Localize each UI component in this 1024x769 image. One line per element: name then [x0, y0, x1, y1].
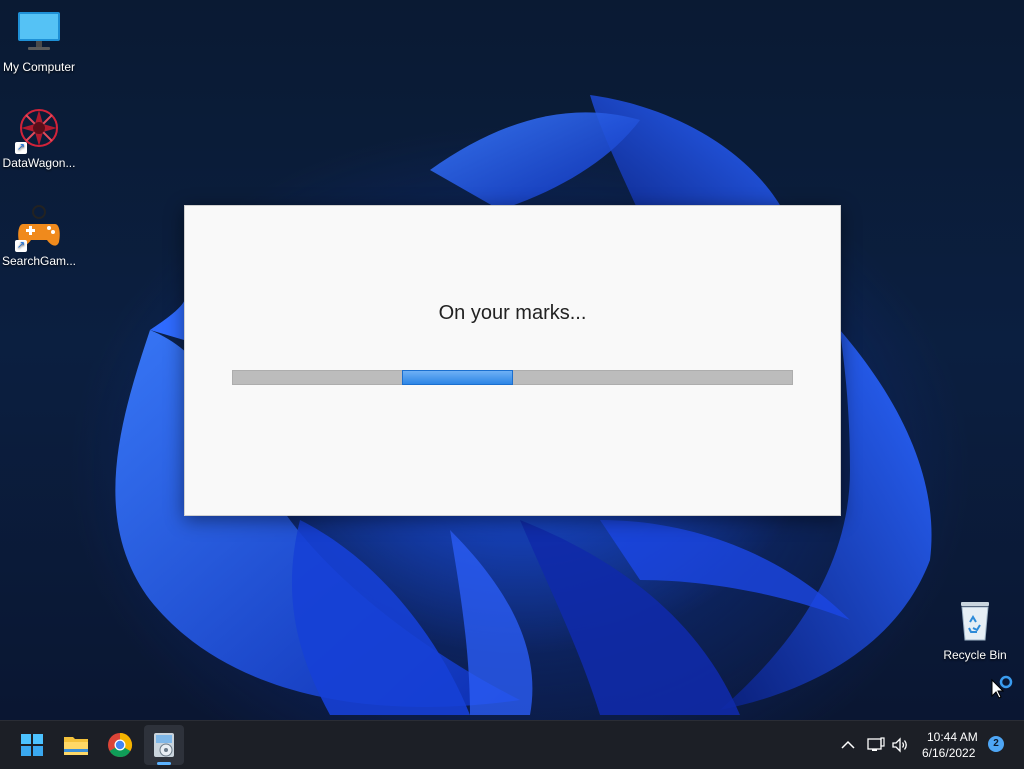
shortcut-arrow-icon: ↗ — [15, 240, 27, 252]
network-icon[interactable] — [866, 735, 886, 755]
desktop-icon-my-computer[interactable]: My Computer — [1, 10, 77, 74]
installer-button[interactable] — [144, 725, 184, 765]
datawagon-icon: ↗ — [15, 106, 63, 154]
chrome-icon — [108, 733, 133, 758]
show-hidden-icons-chevron-icon[interactable] — [838, 735, 858, 755]
progress-bar — [232, 370, 793, 385]
desktop-icon-label: DataWagon... — [2, 156, 76, 170]
desktop-icon-datawagon[interactable]: ↗ DataWagon... — [1, 106, 77, 170]
desktop-icon-recycle-bin[interactable]: Recycle Bin — [937, 598, 1013, 662]
dialog-message: On your marks... — [438, 302, 587, 324]
monitor-icon — [15, 10, 63, 58]
windows-start-icon — [21, 734, 43, 756]
gamepad-icon: ↗ — [15, 204, 63, 252]
installer-icon — [154, 733, 174, 757]
volume-icon[interactable] — [890, 735, 910, 755]
progress-marquee-chunk — [402, 370, 513, 385]
desktop-icon-label: Recycle Bin — [943, 648, 1007, 662]
desktop-icon-label: My Computer — [2, 60, 76, 74]
active-app-indicator — [157, 762, 171, 765]
taskbar: 10:44 AM 6/16/2022 — [0, 720, 1024, 769]
recycle-bin-icon — [951, 598, 999, 646]
file-explorer-button[interactable] — [56, 725, 96, 765]
file-explorer-icon — [64, 737, 88, 755]
desktop-icon-label: SearchGam... — [1, 254, 77, 268]
busy-cursor-icon — [991, 675, 1013, 699]
clock-date[interactable]: 6/16/2022 — [922, 746, 975, 760]
start-button[interactable] — [12, 725, 52, 765]
shortcut-arrow-icon: ↗ — [15, 142, 27, 154]
notification-badge[interactable]: 2 — [988, 736, 1004, 752]
setup-dialog: On your marks... — [184, 205, 841, 516]
desktop-icon-searchgames[interactable]: ↗ SearchGam... — [1, 204, 77, 268]
clock-time[interactable]: 10:44 AM — [927, 730, 978, 744]
chrome-button[interactable] — [100, 725, 140, 765]
